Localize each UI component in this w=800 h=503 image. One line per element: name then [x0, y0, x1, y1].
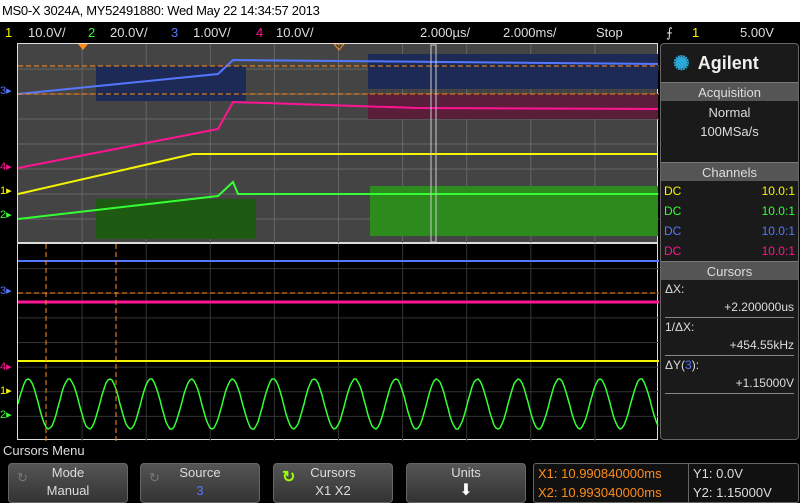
rotate-knob-active-icon: ↻: [282, 469, 296, 486]
agilent-logo: ✺ Agilent: [661, 44, 798, 82]
rising-edge-icon: ⨍: [666, 25, 673, 40]
delta-y-value: +1.15000V: [665, 374, 794, 394]
trigger-position-marker: [78, 44, 88, 50]
ch3-number[interactable]: 3: [171, 22, 178, 43]
ch3-ground-marker[interactable]: 3▸: [0, 84, 17, 97]
delta-y-label: ΔY(3):: [665, 358, 700, 372]
channel-probe: 10.0:1: [761, 184, 795, 198]
menu-title: Cursors Menu: [3, 443, 85, 458]
sample-rate: 100MSa/s: [700, 124, 759, 139]
zoom-waveform-display[interactable]: [17, 243, 659, 441]
x1-readout: X1: 10.990840000ms: [538, 466, 662, 481]
side-panel: ✺ Agilent Acquisition Normal 100MSa/s Ch…: [660, 43, 799, 440]
y1-readout: Y1: 0.0V: [693, 466, 743, 481]
agilent-spark-icon: ✺: [673, 52, 690, 75]
ch1-ground-marker-zoom[interactable]: 1▸: [0, 384, 17, 397]
y-readouts: Y1: 0.0V Y2: 1.15000V: [688, 464, 772, 502]
cursors-header[interactable]: Cursors: [661, 261, 798, 280]
ch2-ground-marker[interactable]: 2▸: [0, 208, 17, 221]
ch3-scale[interactable]: 1.00V/: [193, 22, 231, 43]
ch4-scale[interactable]: 10.0V/: [276, 22, 314, 43]
ch3-ground-marker-zoom[interactable]: 3▸: [0, 284, 17, 297]
main-waveform-svg: [18, 44, 659, 244]
ch2-ground-marker-zoom[interactable]: 2▸: [0, 408, 17, 421]
channel-row: DC 10.0:1: [661, 221, 798, 241]
source-button[interactable]: ↻ Source 3: [140, 463, 260, 503]
window-title: MS0-X 3024A, MY52491880: Wed May 22 14:3…: [0, 0, 800, 22]
inverse-delta-x-label: 1/ΔX:: [665, 320, 695, 334]
channels-header[interactable]: Channels: [661, 162, 798, 181]
y2-readout: Y2: 1.15000V: [693, 485, 772, 500]
units-label: Units: [451, 465, 481, 480]
rotate-knob-icon: ↻: [17, 470, 28, 485]
acquisition-mode: Normal: [708, 105, 751, 120]
units-button[interactable]: Units ⬇: [406, 463, 526, 503]
ch4-ground-marker-zoom[interactable]: 4▸: [0, 360, 17, 373]
ch4-number[interactable]: 4: [256, 22, 263, 43]
main-waveform-display[interactable]: [17, 43, 659, 244]
ch2-number[interactable]: 2: [88, 22, 95, 43]
inverse-delta-x-value: +454.55kHz: [665, 336, 794, 356]
channel-row: DC 10.0:1: [661, 241, 798, 261]
zoom-timebase[interactable]: 2.000µs/: [420, 22, 470, 43]
brand-name: Agilent: [697, 52, 759, 73]
acquisition-header[interactable]: Acquisition: [661, 82, 798, 101]
ch4-ground-marker[interactable]: 4▸: [0, 160, 17, 173]
trigger-level[interactable]: 5.00V: [740, 22, 774, 43]
ch1-ground-marker[interactable]: 1▸: [0, 184, 17, 197]
ch2-noise-band: [96, 199, 256, 239]
ch2-scale[interactable]: 20.0V/: [110, 22, 148, 43]
cursor-readout: X1: 10.990840000ms X2: 10.993040000ms Y1…: [533, 463, 799, 503]
channel-coupling: DC: [664, 224, 682, 238]
status-bar: 1 10.0V/ 2 20.0V/ 3 1.00V/ 4 10.0V/ 2.00…: [0, 22, 800, 43]
x2-readout: X2: 10.993040000ms: [538, 485, 662, 500]
channel-probe: 10.0:1: [761, 224, 795, 238]
arrow-down-icon: ⬇: [459, 482, 473, 499]
channel-coupling: DC: [664, 244, 682, 258]
rotate-knob-icon: ↻: [149, 470, 160, 485]
zoom-waveform-svg: [18, 244, 659, 441]
channel-row: DC 10.0:1: [661, 201, 798, 221]
channel-row: DC 10.0:1: [661, 181, 798, 201]
mode-button[interactable]: ↻ Mode Manual: [8, 463, 128, 503]
ch4-noise-band: [368, 94, 658, 119]
cursors-button[interactable]: ↻ Cursors X1 X2: [273, 463, 393, 503]
channel-probe: 10.0:1: [761, 244, 795, 258]
main-timebase[interactable]: 2.000ms/: [503, 22, 556, 43]
channel-coupling: DC: [664, 184, 682, 198]
trigger-source[interactable]: 1: [692, 22, 699, 43]
ch1-scale[interactable]: 10.0V/: [28, 22, 66, 43]
delta-x-label: ΔX:: [665, 282, 685, 296]
ch1-number[interactable]: 1: [5, 22, 12, 43]
delta-x-value: +2.200000us: [665, 298, 794, 318]
run-state: Stop: [596, 25, 623, 40]
channel-coupling: DC: [664, 204, 682, 218]
channel-probe: 10.0:1: [761, 204, 795, 218]
ch3-noise-band: [368, 54, 658, 89]
